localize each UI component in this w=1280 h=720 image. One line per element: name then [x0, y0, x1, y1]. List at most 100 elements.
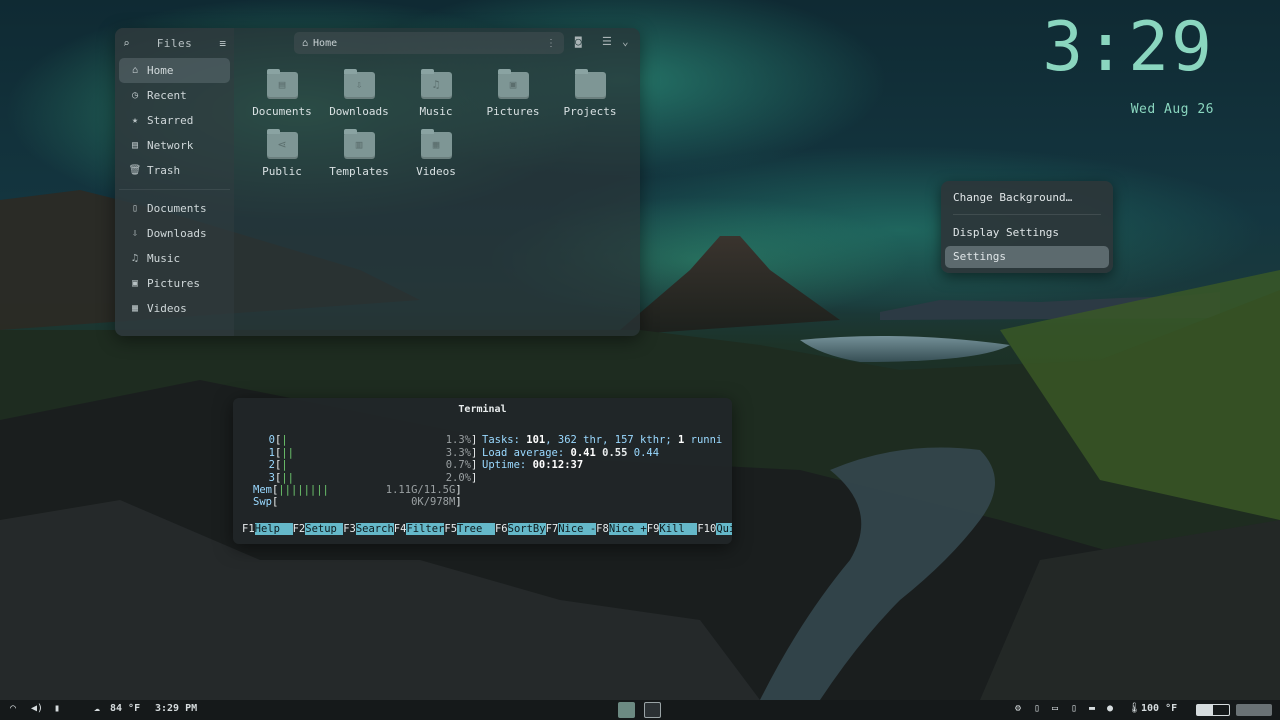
search-icon[interactable]: ⌕ — [123, 37, 130, 50]
fkey-label[interactable]: Quit — [716, 523, 732, 535]
fkey-label[interactable]: Tree — [457, 523, 495, 535]
camera-icon[interactable]: ◙ — [575, 35, 582, 48]
folder-emblem-icon: ▤ — [278, 78, 286, 91]
folder-downloads[interactable]: ⇩ Downloads — [323, 69, 395, 118]
folder-emblem-icon: ▣ — [509, 78, 517, 91]
menu-icon[interactable]: ≡ — [219, 37, 226, 50]
settings-gear-icon[interactable]: ⚙ — [1015, 703, 1021, 714]
folder-pictures[interactable]: ▣ Pictures — [477, 69, 549, 118]
sidebar-item-videos[interactable]: ▦ Videos — [119, 296, 230, 321]
fkey-label[interactable]: Nice + — [608, 523, 647, 535]
path-menu-icon[interactable]: ⋮ — [546, 38, 556, 49]
fkey-f5[interactable]: F5 — [444, 523, 457, 535]
folder-emblem-icon: ▦ — [432, 138, 440, 151]
sidebar-item-trash[interactable]: 🗑 Trash — [119, 158, 230, 183]
sidebar-item-label: Starred — [147, 114, 194, 127]
settings-item[interactable]: Settings — [945, 246, 1109, 268]
system-menu-button[interactable] — [1236, 704, 1272, 716]
fkey-label[interactable]: Kill — [659, 523, 698, 535]
fkey-f8[interactable]: F8 — [596, 523, 609, 535]
home-icon: ⌂ — [131, 65, 139, 76]
change-background-item[interactable]: Change Background… — [945, 187, 1109, 209]
sidebar-item-label: Trash — [147, 164, 181, 177]
tasks-line: Tasks: 101, 362 thr, 157 kthr; 1 runni — [482, 434, 723, 446]
folder-label: Pictures — [486, 105, 540, 118]
path-bar[interactable]: ⌂ Home ⋮ — [294, 32, 564, 54]
cpu-row: 1[|| 3.3%] — [268, 446, 478, 459]
sidebar-item-home[interactable]: ⌂ Home — [119, 58, 230, 83]
weather-icon: ☁ — [94, 703, 101, 714]
folder-emblem-icon: ⋖ — [277, 138, 287, 151]
sidebar-item-label: Home — [147, 64, 174, 77]
files-app-icon[interactable] — [618, 702, 635, 718]
view-list-icon[interactable]: ☰ — [602, 35, 612, 48]
terminal-app-icon[interactable] — [644, 702, 661, 718]
fkey-label[interactable]: SortBy — [507, 523, 546, 535]
fkey-f4[interactable]: F4 — [394, 523, 407, 535]
sidebar-item-starred[interactable]: ★ Starred — [119, 108, 230, 133]
display-settings-item[interactable]: Display Settings — [945, 222, 1109, 244]
keyboard-icon[interactable]: ▭ — [1052, 703, 1058, 714]
folder-public[interactable]: ⋖ Public — [246, 129, 318, 178]
wifi-icon[interactable]: ◠ — [10, 703, 16, 714]
sidebar-item-label: Recent — [147, 89, 187, 102]
sidebar-item-documents[interactable]: ▯ Documents — [119, 196, 230, 221]
folder-icon: ⇩ — [343, 69, 375, 99]
thermometer-icon: 🌡 — [1128, 703, 1141, 714]
sidebar-header: ⌕ Files ≡ — [115, 28, 234, 58]
clipboard-icon[interactable]: ▯ — [1071, 703, 1077, 714]
download-icon: ⇩ — [131, 228, 139, 239]
fkey-f9[interactable]: F9 — [647, 523, 660, 535]
folder-emblem-icon: ⇩ — [355, 78, 363, 91]
desktop-context-menu: Change Background… Display Settings Sett… — [941, 181, 1113, 273]
folder-documents[interactable]: ▤ Documents — [246, 69, 318, 118]
terminal-window[interactable]: Terminal 0[| 1.3%] 1[|| 3.3%] 2[| 0.7%] 3[|… — [233, 398, 732, 544]
sidebar-item-recent[interactable]: ◷ Recent — [119, 83, 230, 108]
weather-temp: 84 °F — [110, 703, 141, 714]
fkey-label[interactable]: Help — [254, 523, 293, 535]
sidebar-item-label: Pictures — [147, 277, 200, 290]
drive-icon[interactable]: ▬ — [1089, 703, 1095, 714]
fkey-label[interactable]: Setup — [305, 523, 344, 535]
folder-label: Videos — [416, 165, 456, 178]
fkey-f2[interactable]: F2 — [293, 523, 306, 535]
sidebar-item-pictures[interactable]: ▣ Pictures — [119, 271, 230, 296]
fkey-f7[interactable]: F7 — [546, 523, 559, 535]
sidebar-divider — [119, 189, 230, 190]
folder-icon: ▦ — [420, 129, 452, 159]
microphone-icon[interactable]: ▮ — [54, 703, 60, 714]
clock-icon: ◷ — [131, 90, 139, 101]
fkey-f1[interactable]: F1 — [242, 523, 255, 535]
sidebar-item-music[interactable]: ♫ Music — [119, 246, 230, 271]
trash-icon: 🗑 — [128, 165, 142, 176]
fkey-f6[interactable]: F6 — [495, 523, 508, 535]
sidebar-item-downloads[interactable]: ⇩ Downloads — [119, 221, 230, 246]
folder-music[interactable]: ♫ Music — [400, 69, 472, 118]
music-icon: ♫ — [131, 253, 139, 264]
chevron-down-icon[interactable]: ⌄ — [622, 35, 629, 48]
folder-label: Templates — [329, 165, 389, 178]
folder-icon: ▣ — [497, 69, 529, 99]
files-headerbar: ⌂ Home ⋮ ◙ ☰ ⌄ — [234, 28, 640, 58]
uptime-line: Uptime: 00:12:37 — [482, 459, 584, 472]
sidebar-item-label: Music — [147, 252, 181, 265]
volume-icon[interactable]: ◀) — [31, 703, 43, 714]
htop-function-keys: F1Help F2Setup F3SearchF4FilterF5Tree F6… — [242, 523, 732, 535]
folder-projects[interactable]: Projects — [554, 69, 626, 118]
fkey-label[interactable]: Search — [355, 523, 394, 535]
files-sidebar: ⌕ Files ≡ ⌂ Home ◷ Recent ★ Starred ▤ Network 🗑 T… — [115, 28, 234, 336]
fkey-label[interactable]: Filter — [406, 523, 445, 535]
folder-label: Projects — [563, 105, 617, 118]
cpu-row: 0[| 1.3%] — [268, 434, 478, 446]
battery-icon[interactable] — [1196, 704, 1230, 716]
folder-icon: ▥ — [343, 129, 375, 159]
notes-icon[interactable]: ▯ — [1034, 703, 1040, 714]
fkey-f10[interactable]: F10 — [697, 523, 716, 535]
sidebar-item-network[interactable]: ▤ Network — [119, 133, 230, 158]
fkey-f3[interactable]: F3 — [343, 523, 356, 535]
fkey-label[interactable]: Nice - — [558, 523, 597, 535]
folder-templates[interactable]: ▥ Templates — [323, 129, 395, 178]
home-icon: ⌂ — [302, 37, 309, 49]
folder-videos[interactable]: ▦ Videos — [400, 129, 472, 178]
bluetooth-icon[interactable]: ● — [1107, 703, 1113, 714]
